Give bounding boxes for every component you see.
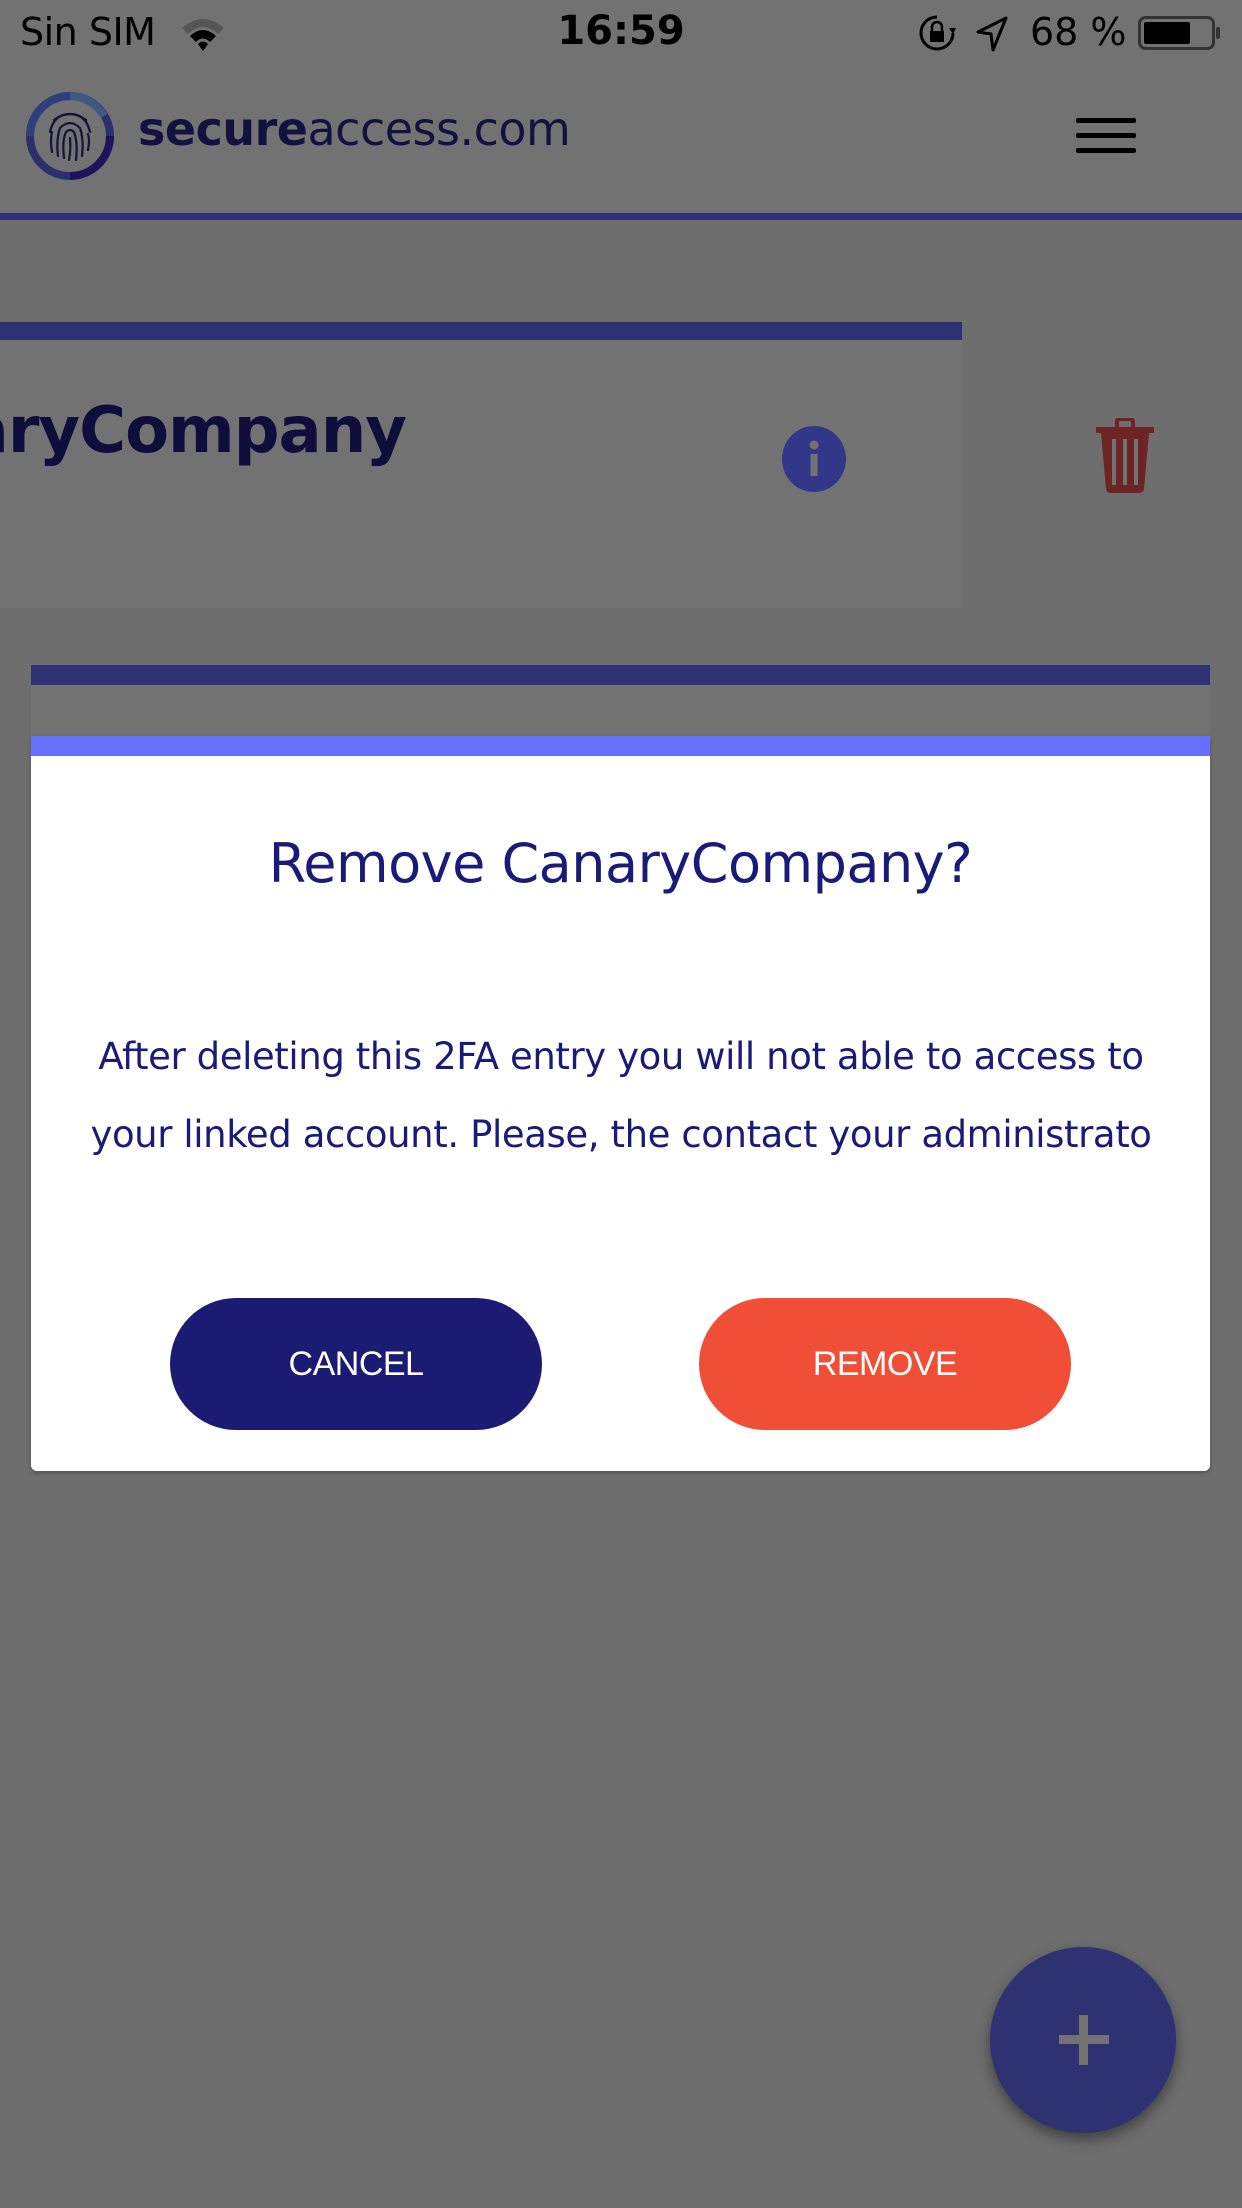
trash-icon[interactable]: [1096, 418, 1154, 494]
remove-button[interactable]: REMOVE: [699, 1298, 1071, 1430]
dialog-message-line-2: your linked account. Please, the contact…: [90, 1113, 1152, 1156]
add-entry-button[interactable]: [990, 1947, 1176, 2133]
twofa-entry-card[interactable]: aryCompany: [0, 322, 962, 608]
brand-bold: secure: [138, 102, 308, 156]
wifi-icon: [182, 19, 224, 51]
brand-logo-text: secureaccess.com: [138, 102, 571, 156]
app-header: secureaccess.com: [0, 66, 1242, 213]
hamburger-menu-icon[interactable]: [1076, 114, 1138, 154]
dialog-message: After deleting this 2FA entry you will n…: [61, 1018, 1181, 1174]
entry-name: aryCompany: [0, 394, 407, 468]
dialog-accent-bar: [31, 736, 1210, 756]
battery-icon: [1138, 16, 1220, 50]
brand-regular: access.com: [307, 102, 571, 156]
location-arrow-icon: [976, 16, 1008, 52]
orientation-lock-icon: [919, 15, 956, 51]
cancel-button[interactable]: CANCEL: [170, 1298, 542, 1430]
status-bar: Sin SIM 16:59 68 %: [0, 0, 1242, 66]
fingerprint-logo-icon: [26, 92, 114, 180]
card-top-bar: [31, 665, 1210, 685]
carrier-label: Sin SIM: [20, 10, 156, 54]
dialog-message-line-1: After deleting this 2FA entry you will n…: [98, 1035, 1144, 1078]
dialog-title: Remove CanaryCompany?: [268, 832, 973, 895]
remove-confirm-dialog: Remove CanaryCompany? After deleting thi…: [31, 736, 1210, 1471]
header-divider: [0, 213, 1242, 220]
info-icon[interactable]: [781, 425, 847, 493]
battery-percent: 68 %: [1030, 10, 1127, 54]
card-top-bar: [0, 322, 962, 340]
